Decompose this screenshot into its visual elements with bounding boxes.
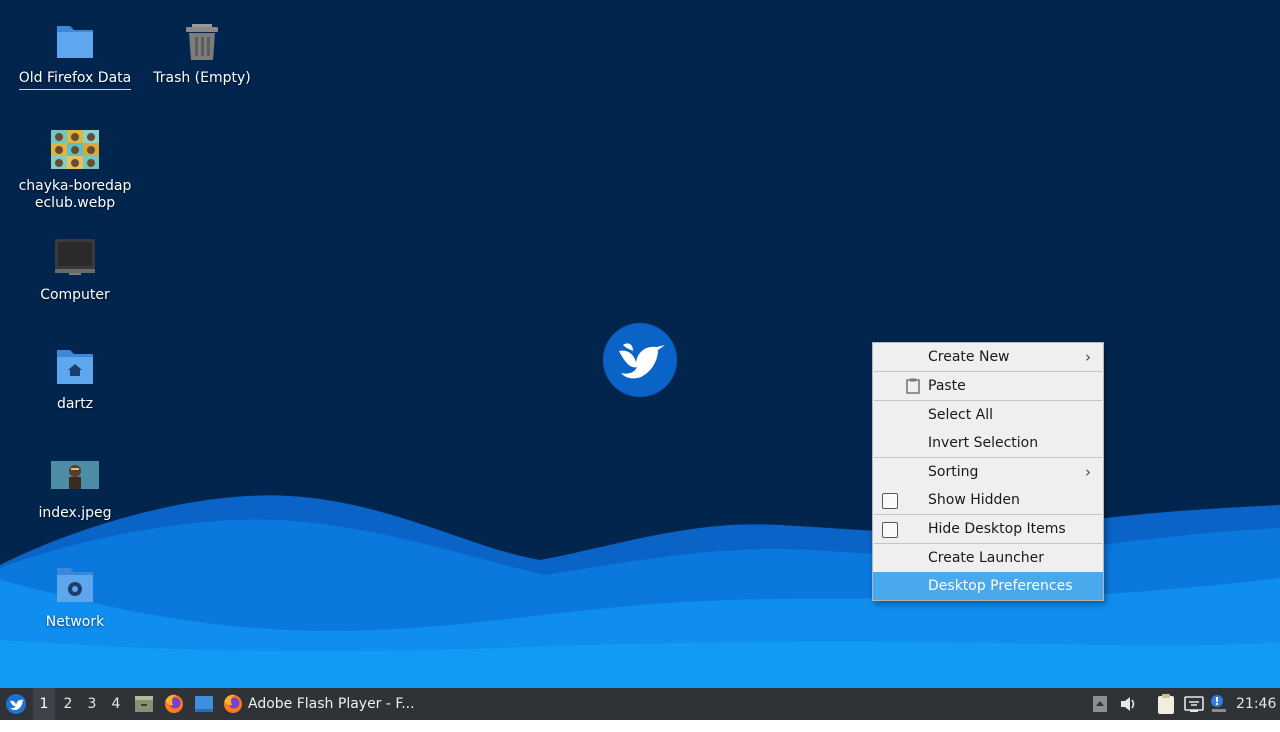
menu-item-select-all[interactable]: Select All [873,401,1103,429]
update-notifier-icon[interactable] [1209,688,1229,720]
image-thumbnail-icon [51,453,99,501]
tray-arrow-icon[interactable] [1090,688,1110,720]
desktop-icon-label: Trash (Empty) [153,70,251,86]
image-thumbnail-icon [51,126,99,174]
desktop-icon-label: dartz [56,396,94,412]
workspace-1[interactable]: 1 [33,688,55,720]
menu-item-label: Show Hidden [928,492,1020,508]
firefox-icon [224,694,242,713]
desktop-icon-dartz[interactable]: dartz [17,344,133,413]
menu-item-label: Select All [928,407,993,423]
lubuntu-logo-icon [6,694,26,714]
menu-item-paste[interactable]: Paste [873,372,1103,400]
show-hidden-checkbox[interactable] [882,493,898,509]
menu-item-label: Invert Selection [928,435,1039,451]
paste-icon [906,378,920,394]
desktop-icon-index-jpeg[interactable]: index.jpeg [17,453,133,522]
taskbar: 1 2 3 4 Adobe Flash Player - F... 21:46 [0,688,1280,720]
desktop-icon[interactable] [193,688,215,720]
menu-item-label: Create New [928,349,1010,365]
lubuntu-bird-logo [603,323,677,397]
trash-icon [178,18,226,66]
desktop-icon-label: index.jpeg [38,505,112,521]
clipboard-icon[interactable] [1155,688,1177,720]
computer-icon [51,235,99,283]
home-folder-icon [51,344,99,392]
desktop-icon-label: Computer [40,287,110,303]
menu-item-label: Paste [928,378,966,394]
desktop-icon-chayka-boredapeclub[interactable]: chayka-boredapeclub.webp [17,126,133,212]
menu-item-create-launcher[interactable]: Create Launcher [873,544,1103,572]
chevron-right-icon: › [1085,463,1091,481]
taskbar-window-title: Adobe Flash Player - F... [248,696,415,712]
start-menu-button[interactable] [4,688,28,720]
menu-item-label: Desktop Preferences [928,578,1073,594]
menu-item-invert-selection[interactable]: Invert Selection [873,429,1103,457]
menu-item-show-hidden[interactable]: Show Hidden [873,486,1103,514]
hide-desktop-items-checkbox[interactable] [882,522,898,538]
file-manager-icon[interactable] [133,688,155,720]
folder-icon [51,18,99,66]
menu-item-create-new[interactable]: Create New › [873,343,1103,371]
desktop-icon-network[interactable]: Network [17,562,133,631]
menu-item-label: Sorting [928,464,979,480]
desktop-icon-computer[interactable]: Computer [17,235,133,304]
workspace-2[interactable]: 2 [57,688,79,720]
desktop-icon-label: chayka-boredapeclub.webp [18,178,132,211]
workspace-3[interactable]: 3 [81,688,103,720]
firefox-icon[interactable] [163,688,185,720]
desktop-icon-old-firefox-data[interactable]: Old Firefox Data [17,18,133,90]
menu-item-hide-desktop-items[interactable]: Hide Desktop Items [873,515,1103,543]
network-folder-icon [51,562,99,610]
desktop-context-menu: Create New › Paste Select All Invert Sel… [872,342,1104,601]
desktop-icon-label: Network [45,614,105,630]
workspace-4[interactable]: 4 [105,688,127,720]
network-icon[interactable] [1183,688,1205,720]
menu-item-label: Hide Desktop Items [928,521,1066,537]
volume-icon[interactable] [1118,688,1138,720]
desktop-icon-trash[interactable]: Trash (Empty) [144,18,260,87]
clock[interactable]: 21:46 [1236,688,1276,720]
menu-item-desktop-preferences[interactable]: Desktop Preferences [873,572,1103,600]
desktop-icon-label: Old Firefox Data [18,70,132,90]
menu-item-sorting[interactable]: Sorting › [873,458,1103,486]
chevron-right-icon: › [1085,348,1091,366]
desktop[interactable]: Old Firefox Data Trash (Empty) chayka-bo… [0,0,1280,688]
menu-item-label: Create Launcher [928,550,1045,566]
taskbar-window-button[interactable]: Adobe Flash Player - F... [222,688,418,720]
